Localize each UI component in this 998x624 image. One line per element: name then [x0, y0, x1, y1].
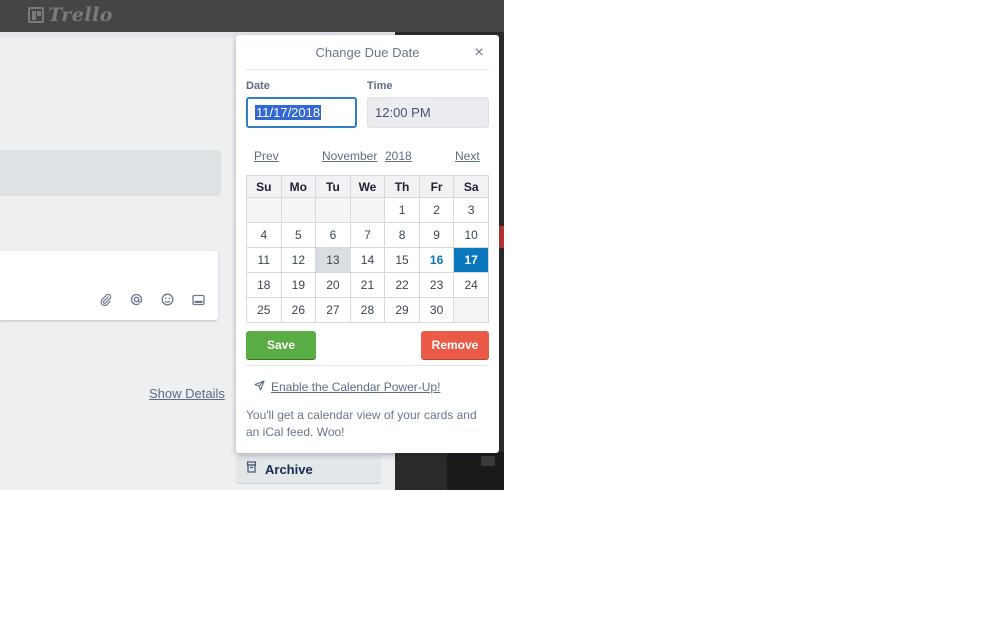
calendar-day[interactable]: 25 [246, 297, 282, 323]
next-month-link[interactable]: Next [455, 149, 480, 163]
popover-title: Change Due Date [315, 44, 420, 60]
save-button[interactable]: Save [246, 331, 316, 359]
rocket-icon [254, 380, 265, 394]
calendar-week-row: 123 [246, 197, 489, 223]
calendar-day[interactable]: 1 [384, 197, 420, 223]
calendar-day[interactable]: 8 [384, 222, 420, 248]
logo-text: Trello [48, 4, 113, 26]
calendar-day[interactable]: 12 [280, 247, 317, 273]
month-select[interactable]: November [322, 149, 377, 163]
calendar-day[interactable]: 14 [349, 247, 386, 273]
calendar-day[interactable]: 21 [349, 272, 386, 298]
calendar-day[interactable]: 7 [349, 222, 386, 248]
prev-month-link[interactable]: Prev [254, 149, 279, 163]
comment-input[interactable] [0, 251, 218, 320]
calendar-day[interactable]: 28 [349, 297, 386, 323]
calendar-day[interactable]: 15 [384, 247, 420, 273]
calendar-day[interactable]: 5 [280, 222, 317, 248]
weekday-header: Mo [280, 175, 317, 198]
powerup-link-text: Enable the Calendar Power-Up! [271, 380, 441, 394]
calendar-week-row: 25 26 27 28 29 30 [246, 297, 489, 323]
calendar-day[interactable]: 17 [453, 247, 489, 273]
calendar-day[interactable]: 11 [246, 247, 282, 273]
calendar-day[interactable]: 20 [315, 272, 351, 298]
calendar-day[interactable]: 18 [246, 272, 282, 298]
calendar-day[interactable]: 16 [418, 247, 455, 273]
smiley-icon[interactable] [160, 292, 175, 307]
change-due-date-popover: Change Due Date × Date 11/17/2018 Time 1… [236, 35, 499, 453]
calendar-day[interactable]: 22 [384, 272, 420, 298]
calendar-day[interactable]: 10 [453, 222, 489, 248]
calendar-empty-cell [280, 197, 317, 223]
enable-calendar-powerup-link[interactable]: Enable the Calendar Power-Up! [254, 380, 440, 394]
calendar-day[interactable]: 3 [453, 197, 489, 223]
date-input[interactable]: 11/17/2018 [246, 97, 357, 128]
paperclip-icon[interactable] [98, 292, 113, 307]
calendar-day[interactable]: 13 [315, 247, 351, 273]
calendar-week-row: 11 12 13 14 15 16 17 [246, 247, 489, 273]
comment-toolbar [98, 292, 206, 307]
show-details-link[interactable]: Show Details [149, 386, 225, 401]
calendar-empty-cell [315, 197, 351, 223]
weekday-header: Th [384, 175, 420, 198]
calendar-empty-cell [349, 197, 386, 223]
popover-divider [246, 365, 489, 366]
background-photo [447, 452, 504, 490]
weekday-header: Fr [418, 175, 455, 198]
calendar-days: 1 2 3 4 5 6 7 8 9 10 11 12 13 14 15 16 17 18 19 20 21 22 23 24 2… [246, 197, 489, 323]
powerup-description: You'll get a calendar view of your cards… [246, 408, 477, 439]
calendar-day[interactable]: 29 [384, 297, 420, 323]
trello-board-icon [28, 7, 44, 23]
date-input-selected-text: 11/17/2018 [255, 105, 322, 120]
at-icon[interactable] [129, 292, 144, 307]
calendar-day[interactable]: 19 [280, 272, 317, 298]
calendar-grid: Su Mo Tu We Th Fr Sa 1 2 3 4 5 6 7 8 9 10 11 12 13 14… [246, 175, 489, 323]
card-description-area[interactable] [0, 150, 221, 196]
weekday-header: Tu [315, 175, 351, 198]
calendar-day[interactable]: 26 [280, 297, 317, 323]
archive-box-icon [246, 460, 257, 478]
calendar-empty-cell [453, 297, 489, 323]
weekday-header: We [349, 175, 386, 198]
card-icon[interactable] [191, 292, 206, 307]
archive-button[interactable]: Archive [236, 455, 381, 483]
weekday-header: Su [246, 175, 282, 198]
calendar-week-row: 4 5 6 7 8 9 10 [246, 222, 489, 248]
calendar-day[interactable]: 2 [418, 197, 455, 223]
weekday-header-row: Su Mo Tu We Th Fr Sa [246, 175, 489, 198]
calendar-day[interactable]: 30 [418, 297, 455, 323]
date-label: Date [246, 80, 270, 92]
top-bar: Trello [0, 0, 504, 32]
time-input[interactable]: 12:00 PM [367, 97, 489, 128]
time-label: Time [367, 80, 393, 92]
calendar-day[interactable]: 6 [315, 222, 351, 248]
calendar-week-row: 18 19 20 21 22 23 24 [246, 272, 489, 298]
remove-button[interactable]: Remove [421, 331, 489, 359]
calendar-day[interactable]: 27 [315, 297, 351, 323]
calendar-day[interactable]: 9 [418, 222, 455, 248]
weekday-header: Sa [453, 175, 489, 198]
year-select[interactable]: 2018 [385, 149, 412, 163]
trello-logo[interactable]: Trello [28, 4, 113, 26]
archive-label: Archive [265, 461, 313, 477]
calendar-day[interactable]: 4 [246, 222, 282, 248]
calendar-day[interactable]: 23 [418, 272, 455, 298]
popover-header: Change Due Date × [246, 35, 489, 70]
close-icon[interactable]: × [469, 43, 489, 63]
calendar-empty-cell [246, 197, 282, 223]
calendar-day[interactable]: 24 [453, 272, 489, 298]
